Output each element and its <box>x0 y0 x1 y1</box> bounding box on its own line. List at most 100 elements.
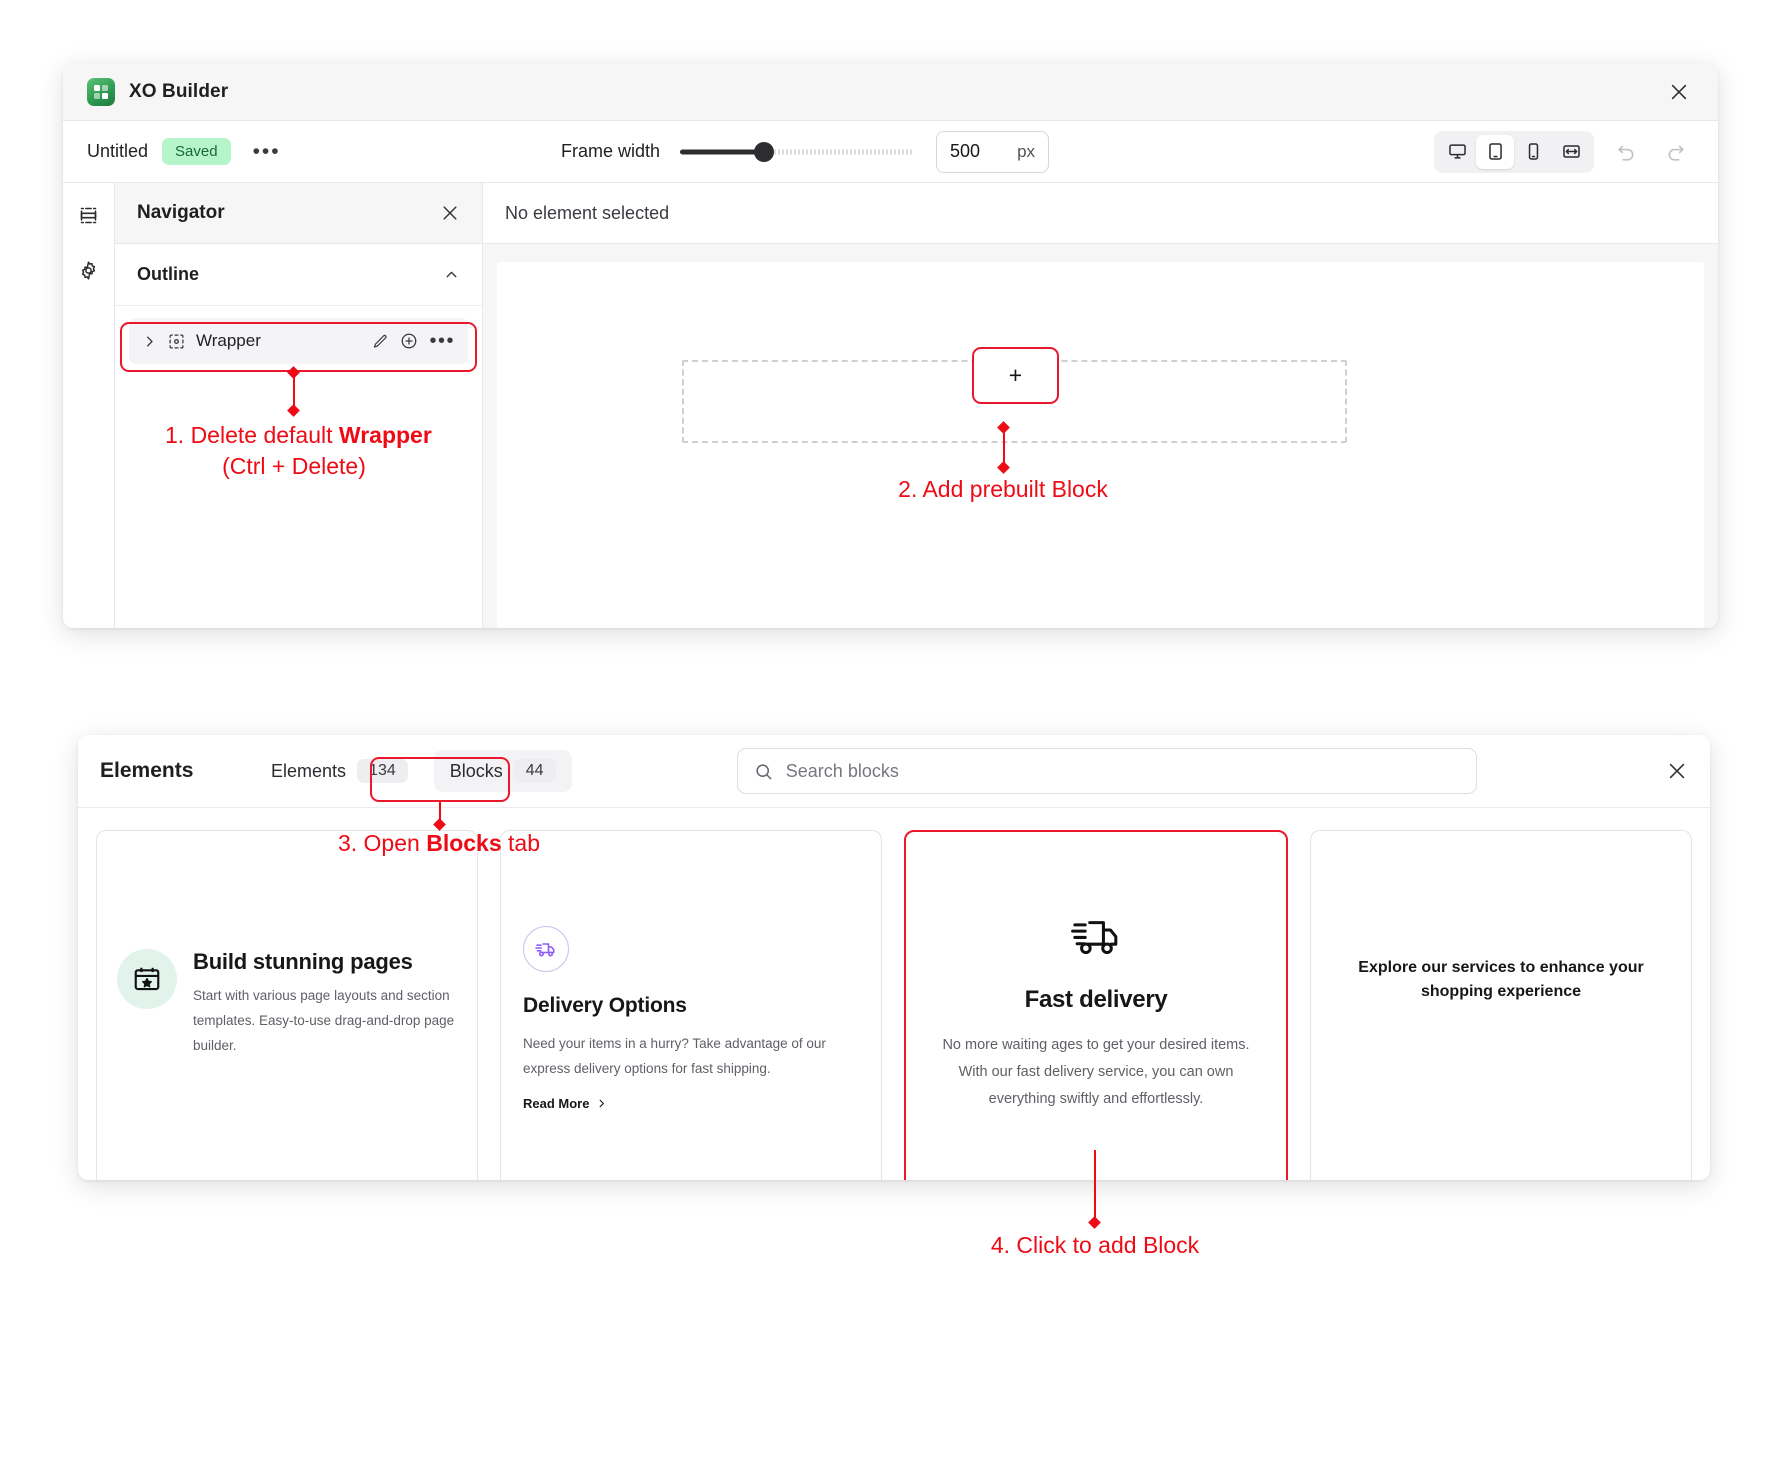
undo-icon[interactable] <box>1608 135 1644 169</box>
outline-title: Outline <box>137 264 199 285</box>
layers-panel-icon[interactable] <box>78 205 99 226</box>
panel-close-icon[interactable] <box>1666 760 1688 782</box>
annotation-1-line1-bold: Wrapper <box>339 422 432 448</box>
block-card-iconbox-01[interactable]: Build stunning pages Start with various … <box>96 830 478 1180</box>
tab-elements[interactable]: Elements 134 <box>255 750 424 792</box>
block-preview: Explore our services to enhance your sho… <box>1311 831 1691 1180</box>
block-preview-body: Need your items in a hurry? Take advanta… <box>523 1032 859 1082</box>
app-title: XO Builder <box>129 81 228 103</box>
close-icon[interactable] <box>1664 77 1694 107</box>
wrapper-element-icon <box>168 333 185 350</box>
slider-thumb[interactable] <box>754 142 774 162</box>
screenshot-root: XO Builder Untitled Saved ••• Frame widt… <box>0 0 1782 1478</box>
slider-fill <box>680 149 764 154</box>
block-preview-heading: Fast delivery <box>936 986 1256 1014</box>
window-titlebar: XO Builder <box>63 63 1718 121</box>
block-card-iconbox-03[interactable]: Fast delivery No more waiting ages to ge… <box>904 830 1288 1180</box>
redo-icon[interactable] <box>1658 135 1694 169</box>
left-rail <box>63 183 115 628</box>
annotation-1: 1. Delete default Wrapper (Ctrl + Delete… <box>165 420 423 482</box>
tree-item-label: Wrapper <box>196 331 261 351</box>
annotation-2: 2. Add prebuilt Block <box>853 476 1153 503</box>
toolbar-right-group <box>1434 131 1694 173</box>
tablet-icon[interactable] <box>1476 135 1514 169</box>
responsive-resize-icon[interactable] <box>1552 135 1590 169</box>
tab-elements-count: 134 <box>357 759 408 783</box>
calendar-star-icon <box>117 949 177 1009</box>
plus-circle-icon[interactable] <box>400 332 418 350</box>
chevron-right-icon[interactable] <box>142 334 157 349</box>
device-toggle-group <box>1434 131 1594 173</box>
block-preview-body: Start with various page layouts and sect… <box>193 984 457 1059</box>
tree-item-ellipsis-icon[interactable]: ••• <box>429 335 455 347</box>
elements-blocks-panel-window: Elements Elements 134 Blocks 44 <box>78 735 1710 1180</box>
annotation-3-post: tab <box>502 830 540 856</box>
block-preview-text: Build stunning pages Start with various … <box>193 949 457 1180</box>
search-wrapper <box>572 748 1642 794</box>
block-preview-heading: Explore our services to enhance your sho… <box>1351 956 1651 1004</box>
block-card-heading-01[interactable]: Explore our services to enhance your sho… <box>1310 830 1692 1180</box>
frame-width-unit: px <box>1017 142 1035 162</box>
annotation-3-bold: Blocks <box>426 830 501 856</box>
frame-width-group: Frame width 500 px <box>561 131 1049 173</box>
tab-elements-label: Elements <box>271 761 346 782</box>
annotation-1-line2: (Ctrl + Delete) <box>222 453 366 479</box>
canvas-frame: + <box>497 262 1704 628</box>
xo-builder-logo-icon <box>87 78 115 106</box>
tab-blocks-label: Blocks <box>450 761 503 782</box>
block-preview: Fast delivery No more waiting ages to ge… <box>906 832 1286 1180</box>
add-block-button[interactable]: + <box>972 347 1059 404</box>
search-icon <box>754 762 773 781</box>
builder-toolbar: Untitled Saved ••• Frame width 500 px <box>63 121 1718 183</box>
tab-blocks-count: 44 <box>514 759 556 783</box>
frame-width-slider[interactable] <box>680 143 912 161</box>
panel-tabs: Elements 134 Blocks 44 <box>255 750 572 792</box>
frame-width-label: Frame width <box>561 141 660 162</box>
delivery-truck-icon <box>523 926 569 972</box>
search-blocks-field[interactable] <box>737 748 1477 794</box>
block-preview-body: No more waiting ages to get your desired… <box>936 1032 1256 1112</box>
fast-delivery-truck-icon <box>936 910 1256 964</box>
blocks-grid: Build stunning pages Start with various … <box>78 808 1710 1180</box>
block-preview-heading: Delivery Options <box>523 994 859 1018</box>
annotation-4: 4. Click to add Block <box>945 1232 1245 1259</box>
leader-line <box>1094 1150 1096 1222</box>
search-input[interactable] <box>784 760 1460 783</box>
status-badge: Saved <box>162 138 231 165</box>
annotation-3-pre: 3. Open <box>338 830 426 856</box>
annotation-3: 3. Open Blocks tab <box>310 830 568 857</box>
tree-item-wrapper[interactable]: Wrapper ••• <box>129 318 468 364</box>
selection-status-text: No element selected <box>505 203 669 224</box>
gear-icon[interactable] <box>78 260 99 281</box>
leader-diamond <box>1088 1216 1101 1229</box>
chevron-right-icon <box>596 1098 607 1109</box>
navigator-panel: Navigator Outline <box>115 183 483 628</box>
navigator-header: Navigator <box>115 183 482 244</box>
document-name[interactable]: Untitled <box>87 141 148 162</box>
annotation-1-line1-pre: 1. Delete default <box>165 422 339 448</box>
frame-width-input[interactable]: 500 px <box>936 131 1049 173</box>
navigator-title: Navigator <box>137 202 225 224</box>
desktop-icon[interactable] <box>1438 135 1476 169</box>
document-more-menu-ellipsis-icon[interactable]: ••• <box>253 145 281 159</box>
block-preview-heading: Build stunning pages <box>193 949 457 975</box>
canvas-viewport: + <box>483 244 1718 628</box>
outline-tree: Wrapper ••• <box>115 306 482 376</box>
panel-header: Elements Elements 134 Blocks 44 <box>78 735 1710 808</box>
navigator-close-icon[interactable] <box>440 203 460 223</box>
frame-width-value: 500 <box>950 141 980 162</box>
block-preview: Build stunning pages Start with various … <box>97 831 477 1180</box>
tab-blocks[interactable]: Blocks 44 <box>434 750 572 792</box>
selection-status-bar: No element selected <box>483 183 1718 244</box>
slider-track <box>766 149 912 154</box>
builder-body: Navigator Outline <box>63 183 1718 628</box>
block-preview-read-more-link: Read More <box>523 1096 859 1111</box>
pencil-icon[interactable] <box>372 333 389 350</box>
block-card-iconbox-02[interactable]: Delivery Options Need your items in a hu… <box>500 830 882 1180</box>
builder-window: XO Builder Untitled Saved ••• Frame widt… <box>63 63 1718 628</box>
block-preview: Delivery Options Need your items in a hu… <box>501 831 881 1180</box>
canvas-column: No element selected + <box>483 183 1718 628</box>
chevron-up-icon[interactable] <box>443 266 460 283</box>
outline-section-header[interactable]: Outline <box>115 244 482 306</box>
mobile-icon[interactable] <box>1514 135 1552 169</box>
